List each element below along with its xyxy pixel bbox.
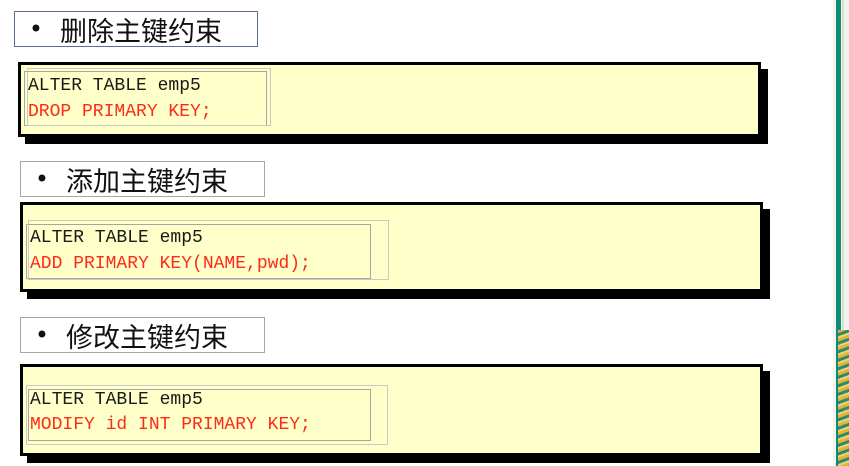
heading-label: 删除主键约束 [60,16,222,48]
code-block-drop-primary-key[interactable]: ALTER TABLE emp5 DROP PRIMARY KEY; [18,62,761,137]
code-line-2: ADD PRIMARY KEY(NAME,pwd); [30,254,311,274]
bullet-icon: • [34,165,50,193]
heading-label: 修改主键约束 [66,322,228,354]
heading-add-primary-key[interactable]: • 添加主键约束 [20,161,265,198]
code-line-1: ALTER TABLE emp5 [30,390,203,410]
heading-label: 添加主键约束 [66,166,228,198]
code-block-add-primary-key[interactable]: ALTER TABLE emp5 ADD PRIMARY KEY(NAME,pw… [20,202,763,292]
bullet-icon: • [34,321,50,349]
code-block-modify-primary-key[interactable]: ALTER TABLE emp5 MODIFY id INT PRIMARY K… [20,364,763,456]
decorative-graphic [838,330,849,466]
code-line-1: ALTER TABLE emp5 [28,76,201,96]
heading-drop-primary-key[interactable]: • 删除主键约束 [14,11,258,48]
bullet-icon: • [28,15,44,43]
code-line-2: MODIFY id INT PRIMARY KEY; [30,415,311,435]
heading-modify-primary-key[interactable]: • 修改主键约束 [20,317,265,354]
code-line-2: DROP PRIMARY KEY; [28,102,212,122]
code-line-1: ALTER TABLE emp5 [30,228,203,248]
